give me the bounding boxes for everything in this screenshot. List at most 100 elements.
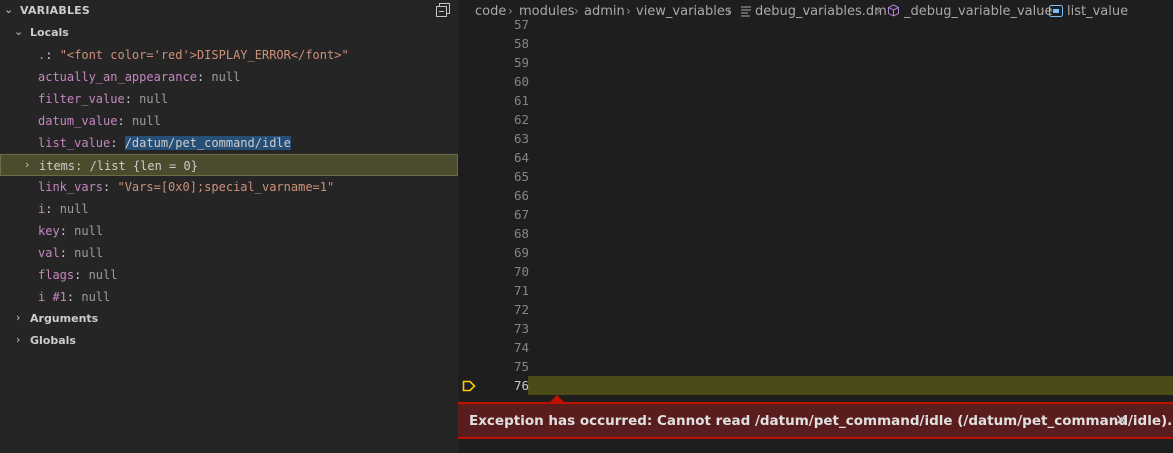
variable-row-flags[interactable]: flags: null — [0, 264, 458, 286]
variable-row-link-vars[interactable]: link_vars: "Vars=[0x0];special_varname=1… — [0, 176, 458, 198]
variables-header[interactable]: ⌄ VARIABLES — [0, 0, 458, 22]
breakpoint-arrow-icon[interactable] — [462, 380, 476, 392]
line-number: 68 — [513, 226, 529, 241]
variable-value: null — [88, 268, 118, 282]
variables-title: VARIABLES — [20, 4, 90, 17]
variable-entry: filter_value: null — [38, 92, 168, 106]
variable-separator: : — [196, 70, 212, 84]
chevron-down-icon[interactable]: ⌄ — [14, 25, 23, 38]
variable-entry: key: null — [38, 224, 103, 238]
code-line[interactable]: 67 — [458, 205, 1173, 224]
code-line[interactable]: 76 — [458, 376, 1173, 395]
line-number: 58 — [513, 36, 529, 51]
variable-value: null — [139, 92, 169, 106]
line-number: 66 — [513, 188, 529, 203]
code-line[interactable]: 66 — [458, 186, 1173, 205]
exception-widget: Exception has occurred: Cannot read /dat… — [458, 402, 1173, 439]
chevron-right-icon[interactable]: › — [25, 158, 29, 171]
exception-message: Exception has occurred: Cannot read /dat… — [469, 413, 1173, 429]
globals-label: Globals — [30, 334, 76, 347]
variable-separator: : — [103, 180, 118, 194]
code-line[interactable]: 72 — [458, 300, 1173, 319]
code-line[interactable]: 74 — [458, 338, 1173, 357]
variable-row-self[interactable]: .: "<font color='red'>DISPLAY_ERROR</fon… — [0, 44, 458, 66]
variable-name: datum_value — [38, 114, 118, 128]
variable-row-list-value[interactable]: list_value: /datum/pet_command/idle — [0, 132, 458, 154]
variable-separator: : — [74, 268, 89, 282]
chevron-right-icon[interactable]: › — [16, 333, 20, 346]
code-line[interactable]: 69 — [458, 243, 1173, 262]
code-line[interactable]: 65 — [458, 167, 1173, 186]
variable-entry: flags: null — [38, 268, 117, 282]
variable-name: list_value — [38, 136, 111, 150]
variable-name: link_vars — [38, 180, 104, 194]
line-number: 73 — [513, 321, 529, 336]
code-line[interactable]: 71 — [458, 281, 1173, 300]
variable-name: actually_an_appearance — [38, 70, 197, 84]
locals-scope[interactable]: ⌄ Locals — [0, 22, 458, 44]
variable-separator: : — [75, 159, 90, 173]
line-number: 63 — [513, 131, 529, 146]
line-number: 75 — [513, 359, 529, 374]
locals-label: Locals — [30, 26, 69, 39]
variable-entry: list_value: /datum/pet_command/idle — [38, 136, 291, 150]
arguments-scope[interactable]: › Arguments — [0, 308, 458, 330]
variable-value: /datum/pet_command/idle — [124, 136, 291, 150]
variable-name: filter_value — [38, 92, 125, 106]
variable-row-filter-value[interactable]: filter_value: null — [0, 88, 458, 110]
variable-row-items[interactable]: › items: /list {len = 0} — [0, 154, 458, 176]
variable-separator: : — [59, 246, 75, 260]
variable-value: null — [74, 224, 104, 238]
variable-entry: items: /list {len = 0} — [39, 159, 198, 173]
code-line[interactable]: 61 — [458, 91, 1173, 110]
code-line[interactable]: 75 — [458, 357, 1173, 376]
variable-entry: actually_an_appearance: null — [38, 70, 240, 84]
line-number: 64 — [513, 150, 529, 165]
code-line[interactable]: 63 — [458, 129, 1173, 148]
variable-row-datum-value[interactable]: datum_value: null — [0, 110, 458, 132]
variable-entry: val: null — [38, 246, 103, 260]
line-number: 59 — [513, 55, 529, 70]
code-line[interactable]: 60 — [458, 72, 1173, 91]
variable-value: null — [131, 114, 161, 128]
variable-name: val — [38, 246, 60, 260]
code-line[interactable]: 70 — [458, 262, 1173, 281]
close-icon[interactable]: ✕ — [1115, 411, 1128, 429]
variable-row-key[interactable]: key: null — [0, 220, 458, 242]
chevron-right-icon[interactable]: › — [16, 311, 20, 324]
variable-row-i[interactable]: i: null — [0, 198, 458, 220]
code-line[interactable]: 58 — [458, 34, 1173, 53]
variable-separator: : — [110, 136, 125, 150]
line-number: 74 — [513, 340, 529, 355]
variable-row-actually-an-appearance[interactable]: actually_an_appearance: null — [0, 66, 458, 88]
line-number: 70 — [513, 264, 529, 279]
collapse-all-icon[interactable] — [436, 3, 450, 17]
variable-entry: i: null — [38, 202, 89, 216]
line-number: 62 — [513, 112, 529, 127]
code-line[interactable]: 68 — [458, 224, 1173, 243]
variable-value: null — [59, 202, 89, 216]
variable-entry: datum_value: null — [38, 114, 161, 128]
variable-value: null — [211, 70, 241, 84]
globals-scope[interactable]: › Globals — [0, 330, 458, 352]
variable-separator: : — [59, 224, 75, 238]
line-number: 57 — [513, 17, 529, 32]
variable-separator: : — [117, 114, 132, 128]
line-number: 71 — [513, 283, 529, 298]
variable-row-i-1[interactable]: i #1: null — [0, 286, 458, 308]
chevron-down-icon[interactable]: ⌄ — [4, 3, 13, 16]
code-line[interactable]: 59 — [458, 53, 1173, 72]
variable-value: null — [81, 290, 111, 304]
variable-entry: .: "<font color='red'>DISPLAY_ERROR</fon… — [38, 48, 349, 62]
variable-entry: link_vars: "Vars=[0x0];special_varname=1… — [38, 180, 334, 194]
code-line[interactable]: 57 — [458, 15, 1173, 34]
variable-separator: : — [66, 290, 82, 304]
variable-row-val[interactable]: val: null — [0, 242, 458, 264]
code-line[interactable]: 64 — [458, 148, 1173, 167]
variable-name: items — [39, 159, 76, 173]
code-line[interactable]: 62 — [458, 110, 1173, 129]
code-line[interactable]: 73 — [458, 319, 1173, 338]
variables-panel: ⌄ VARIABLES ⌄ Locals .: "<font color='re… — [0, 0, 458, 453]
code-editor[interactable]: code › modules › admin › view_variables … — [458, 0, 1173, 453]
line-number: 67 — [513, 207, 529, 222]
